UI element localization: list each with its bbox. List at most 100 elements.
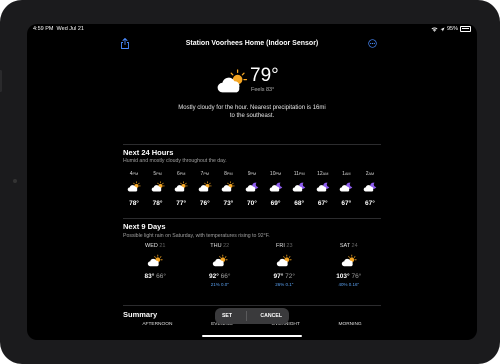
- day-column[interactable]: FRI 23 97° 72° 26% 0.1": [252, 243, 317, 287]
- partly-cloudy-night-icon: [292, 182, 306, 192]
- weather-screen: 4:59 PM Wed Jul 21 95% Station Voorhees …: [27, 24, 477, 340]
- cancel-button[interactable]: CANCEL: [260, 313, 282, 319]
- divider: [123, 218, 381, 219]
- status-date: Wed Jul 21: [56, 26, 84, 32]
- current-temperature: 79°: [250, 65, 279, 86]
- hour-column[interactable]: 9PM 70°: [242, 171, 262, 207]
- hour-ampm: PM: [156, 172, 162, 176]
- day-precipitation: 21% 0.0": [210, 281, 229, 287]
- hour-label: 4PM: [130, 171, 138, 181]
- next-24-hours-title: Next 24 Hours: [123, 148, 174, 157]
- hour-label: 8PM: [224, 171, 232, 181]
- partly-cloudy-night-icon: [316, 182, 330, 192]
- day-temperatures: 83° 66°: [145, 273, 167, 280]
- day-label: WED 21: [145, 243, 166, 249]
- hour-column[interactable]: 5PM 78°: [148, 171, 168, 207]
- feels-like: Feels 83°: [251, 87, 275, 93]
- hour-label: 2AM: [366, 171, 374, 181]
- summary-title: Summary: [123, 310, 158, 319]
- divider: [123, 305, 381, 306]
- hour-ampm: AM: [344, 172, 351, 176]
- hour-column[interactable]: 6PM 77°: [171, 171, 191, 207]
- day-column[interactable]: WED 21 83° 66°: [123, 243, 188, 287]
- partly-cloudy-night-icon: [245, 182, 259, 192]
- day-high: 103°: [336, 273, 350, 280]
- hour-ampm: PM: [298, 172, 305, 176]
- hour-column[interactable]: 10PM 69°: [266, 171, 286, 207]
- partly-cloudy-day-icon: [341, 254, 357, 267]
- partly-cloudy-day-icon: [222, 181, 236, 192]
- hour-label: 6PM: [177, 171, 185, 181]
- partly-cloudy-day-icon: [151, 181, 165, 192]
- hour-temperature: 73°: [223, 200, 234, 207]
- hourly-forecast[interactable]: 4PM 78° 5PM 78° 6PM 77° 7PM 76° 8PM 73° 9PM 70° 10PM…: [124, 171, 380, 207]
- hour-column[interactable]: 1AM 67°: [336, 171, 356, 207]
- station-title: Station Voorhees Home (Indoor Sensor): [185, 40, 319, 47]
- day-high: 83°: [144, 273, 155, 280]
- partly-cloudy-day-icon: [148, 254, 163, 267]
- hour-ampm: AM: [322, 172, 329, 176]
- day-label: SAT 24: [340, 243, 358, 249]
- more-options-icon[interactable]: [368, 39, 377, 48]
- day-column[interactable]: THU 22 92° 66° 21% 0.0": [188, 243, 253, 287]
- next-9-days-subtitle: Possible light rain on Saturday, with te…: [123, 233, 270, 239]
- hour-column[interactable]: 12AM 67°: [313, 171, 333, 207]
- partly-cloudy-day-icon: [217, 69, 248, 93]
- wifi-icon: [431, 27, 438, 32]
- set-button[interactable]: SET: [222, 313, 232, 319]
- status-time: 4:59 PM: [33, 26, 54, 32]
- home-indicator[interactable]: [202, 334, 302, 337]
- hour-temperature: 78°: [129, 200, 139, 207]
- hour-column[interactable]: 11PM 68°: [289, 171, 309, 207]
- summary-period-label: AFTERNOON: [142, 322, 173, 327]
- day-label: FRI 23: [276, 243, 293, 249]
- day-precipitation: 40% 0.16": [338, 281, 360, 287]
- hour-label: 10PM: [270, 171, 281, 181]
- hour-ampm: PM: [203, 172, 210, 176]
- hour-column[interactable]: 4PM 78°: [124, 171, 144, 207]
- hour-label: 7PM: [201, 171, 209, 181]
- day-date: 24: [351, 243, 358, 249]
- day-column[interactable]: SAT 24 103° 76° 40% 0.16": [317, 243, 382, 287]
- hour-temperature: 76°: [199, 200, 210, 207]
- partly-cloudy-day-icon: [212, 254, 228, 267]
- hour-column[interactable]: 7PM 76°: [195, 171, 215, 207]
- hour-label: 11PM: [294, 171, 305, 181]
- status-indicators: 95%: [431, 26, 471, 32]
- partly-cloudy-day-icon: [198, 181, 212, 192]
- hour-temperature: 78°: [152, 200, 163, 207]
- action-divider: [245, 311, 247, 321]
- hour-column[interactable]: 8PM 73°: [218, 171, 238, 207]
- hour-temperature: 77°: [176, 200, 187, 207]
- hour-column[interactable]: 2AM 67°: [360, 171, 380, 207]
- partly-cloudy-night-icon: [363, 182, 377, 192]
- day-name: THU: [210, 243, 222, 249]
- day-temperatures: 92° 66°: [209, 273, 231, 280]
- day-high: 92°: [209, 273, 219, 280]
- daily-forecast[interactable]: WED 21 83° 66° THU 22 92° 66° 21% 0.0" FRI 23…: [123, 243, 381, 287]
- day-name: SAT: [339, 243, 351, 249]
- hour-temperature: 67°: [341, 200, 352, 207]
- hour-ampm: PM: [179, 172, 186, 176]
- next-9-days-title: Next 9 Days: [123, 222, 166, 231]
- battery-percent: 95%: [446, 26, 458, 32]
- hour-ampm: PM: [226, 172, 233, 176]
- partly-cloudy-day-icon: [127, 181, 141, 192]
- partly-cloudy-day-icon: [174, 181, 188, 192]
- hour-temperature: 68°: [294, 200, 305, 207]
- hour-label: 12AM: [317, 171, 328, 181]
- day-date: 23: [286, 243, 293, 249]
- day-date: 21: [159, 243, 166, 249]
- hour-label: 9PM: [248, 171, 256, 181]
- hour-label: 1AM: [342, 171, 350, 181]
- hour-ampm: AM: [368, 172, 375, 176]
- status-time-date: 4:59 PM Wed Jul 21: [33, 26, 84, 32]
- action-bar: SET CANCEL: [215, 308, 289, 324]
- partly-cloudy-night-icon: [340, 182, 353, 192]
- day-low: 72°: [285, 273, 295, 280]
- hour-ampm: PM: [132, 172, 139, 176]
- hour-ampm: PM: [275, 172, 282, 176]
- day-low: 76°: [351, 273, 362, 280]
- day-name: FRI: [275, 243, 285, 249]
- current-summary: Mostly cloudy for the hour. Nearest prec…: [178, 105, 326, 119]
